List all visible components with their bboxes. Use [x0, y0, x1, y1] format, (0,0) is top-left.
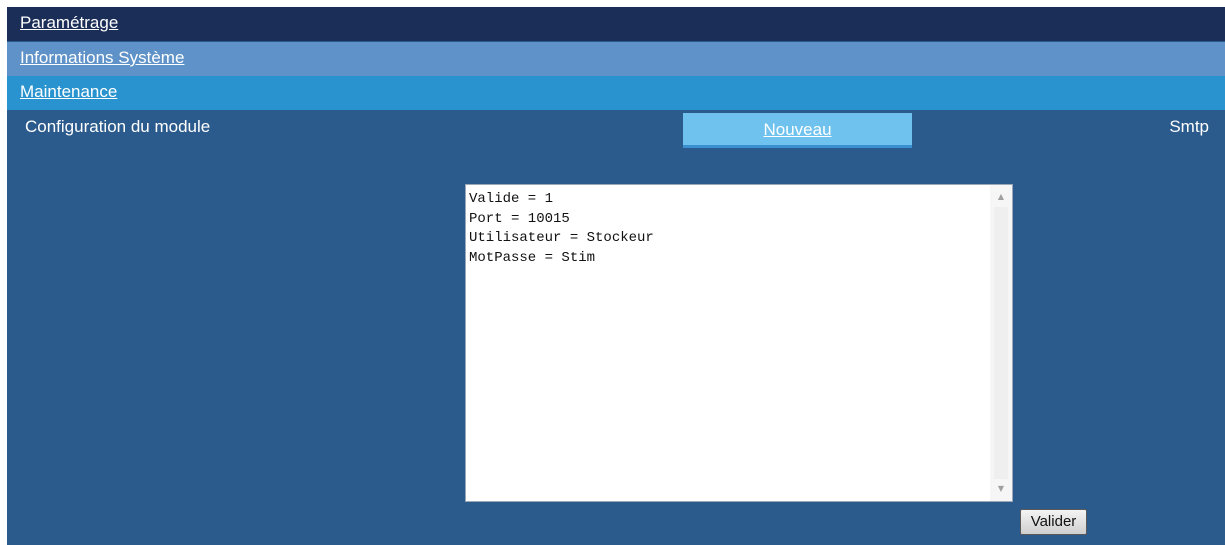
tab-nouveau-link[interactable]: Nouveau — [763, 120, 831, 139]
page-title: Configuration du module — [25, 117, 211, 136]
nav-row-informations-systeme: Informations Système — [7, 42, 1225, 76]
nav-link-maintenance[interactable]: Maintenance — [20, 82, 117, 101]
config-textarea[interactable]: Valide = 1 Port = 10015 Utilisateur = St… — [465, 184, 1013, 502]
tab-nouveau[interactable]: Nouveau — [683, 113, 912, 148]
nav-row-parametrage: Paramétrage — [7, 7, 1225, 41]
nav-row-maintenance: Maintenance — [7, 76, 1225, 110]
vertical-scrollbar[interactable]: ▲ ▼ — [990, 185, 1012, 501]
module-name-label: Smtp — [1169, 117, 1209, 136]
config-text[interactable]: Valide = 1 Port = 10015 Utilisateur = St… — [469, 190, 988, 501]
main-frame: Paramétrage Informations Système Mainten… — [7, 7, 1225, 545]
scroll-track[interactable] — [994, 207, 1008, 479]
module-config-bar: Configuration du module Nouveau Smtp — [7, 111, 1225, 148]
valider-button[interactable]: Valider — [1020, 509, 1087, 535]
arrow-up-icon[interactable]: ▲ — [990, 187, 1012, 207]
nav-link-parametrage[interactable]: Paramétrage — [20, 13, 118, 32]
arrow-down-icon[interactable]: ▼ — [990, 479, 1012, 499]
nav-link-informations-systeme[interactable]: Informations Système — [20, 48, 184, 67]
